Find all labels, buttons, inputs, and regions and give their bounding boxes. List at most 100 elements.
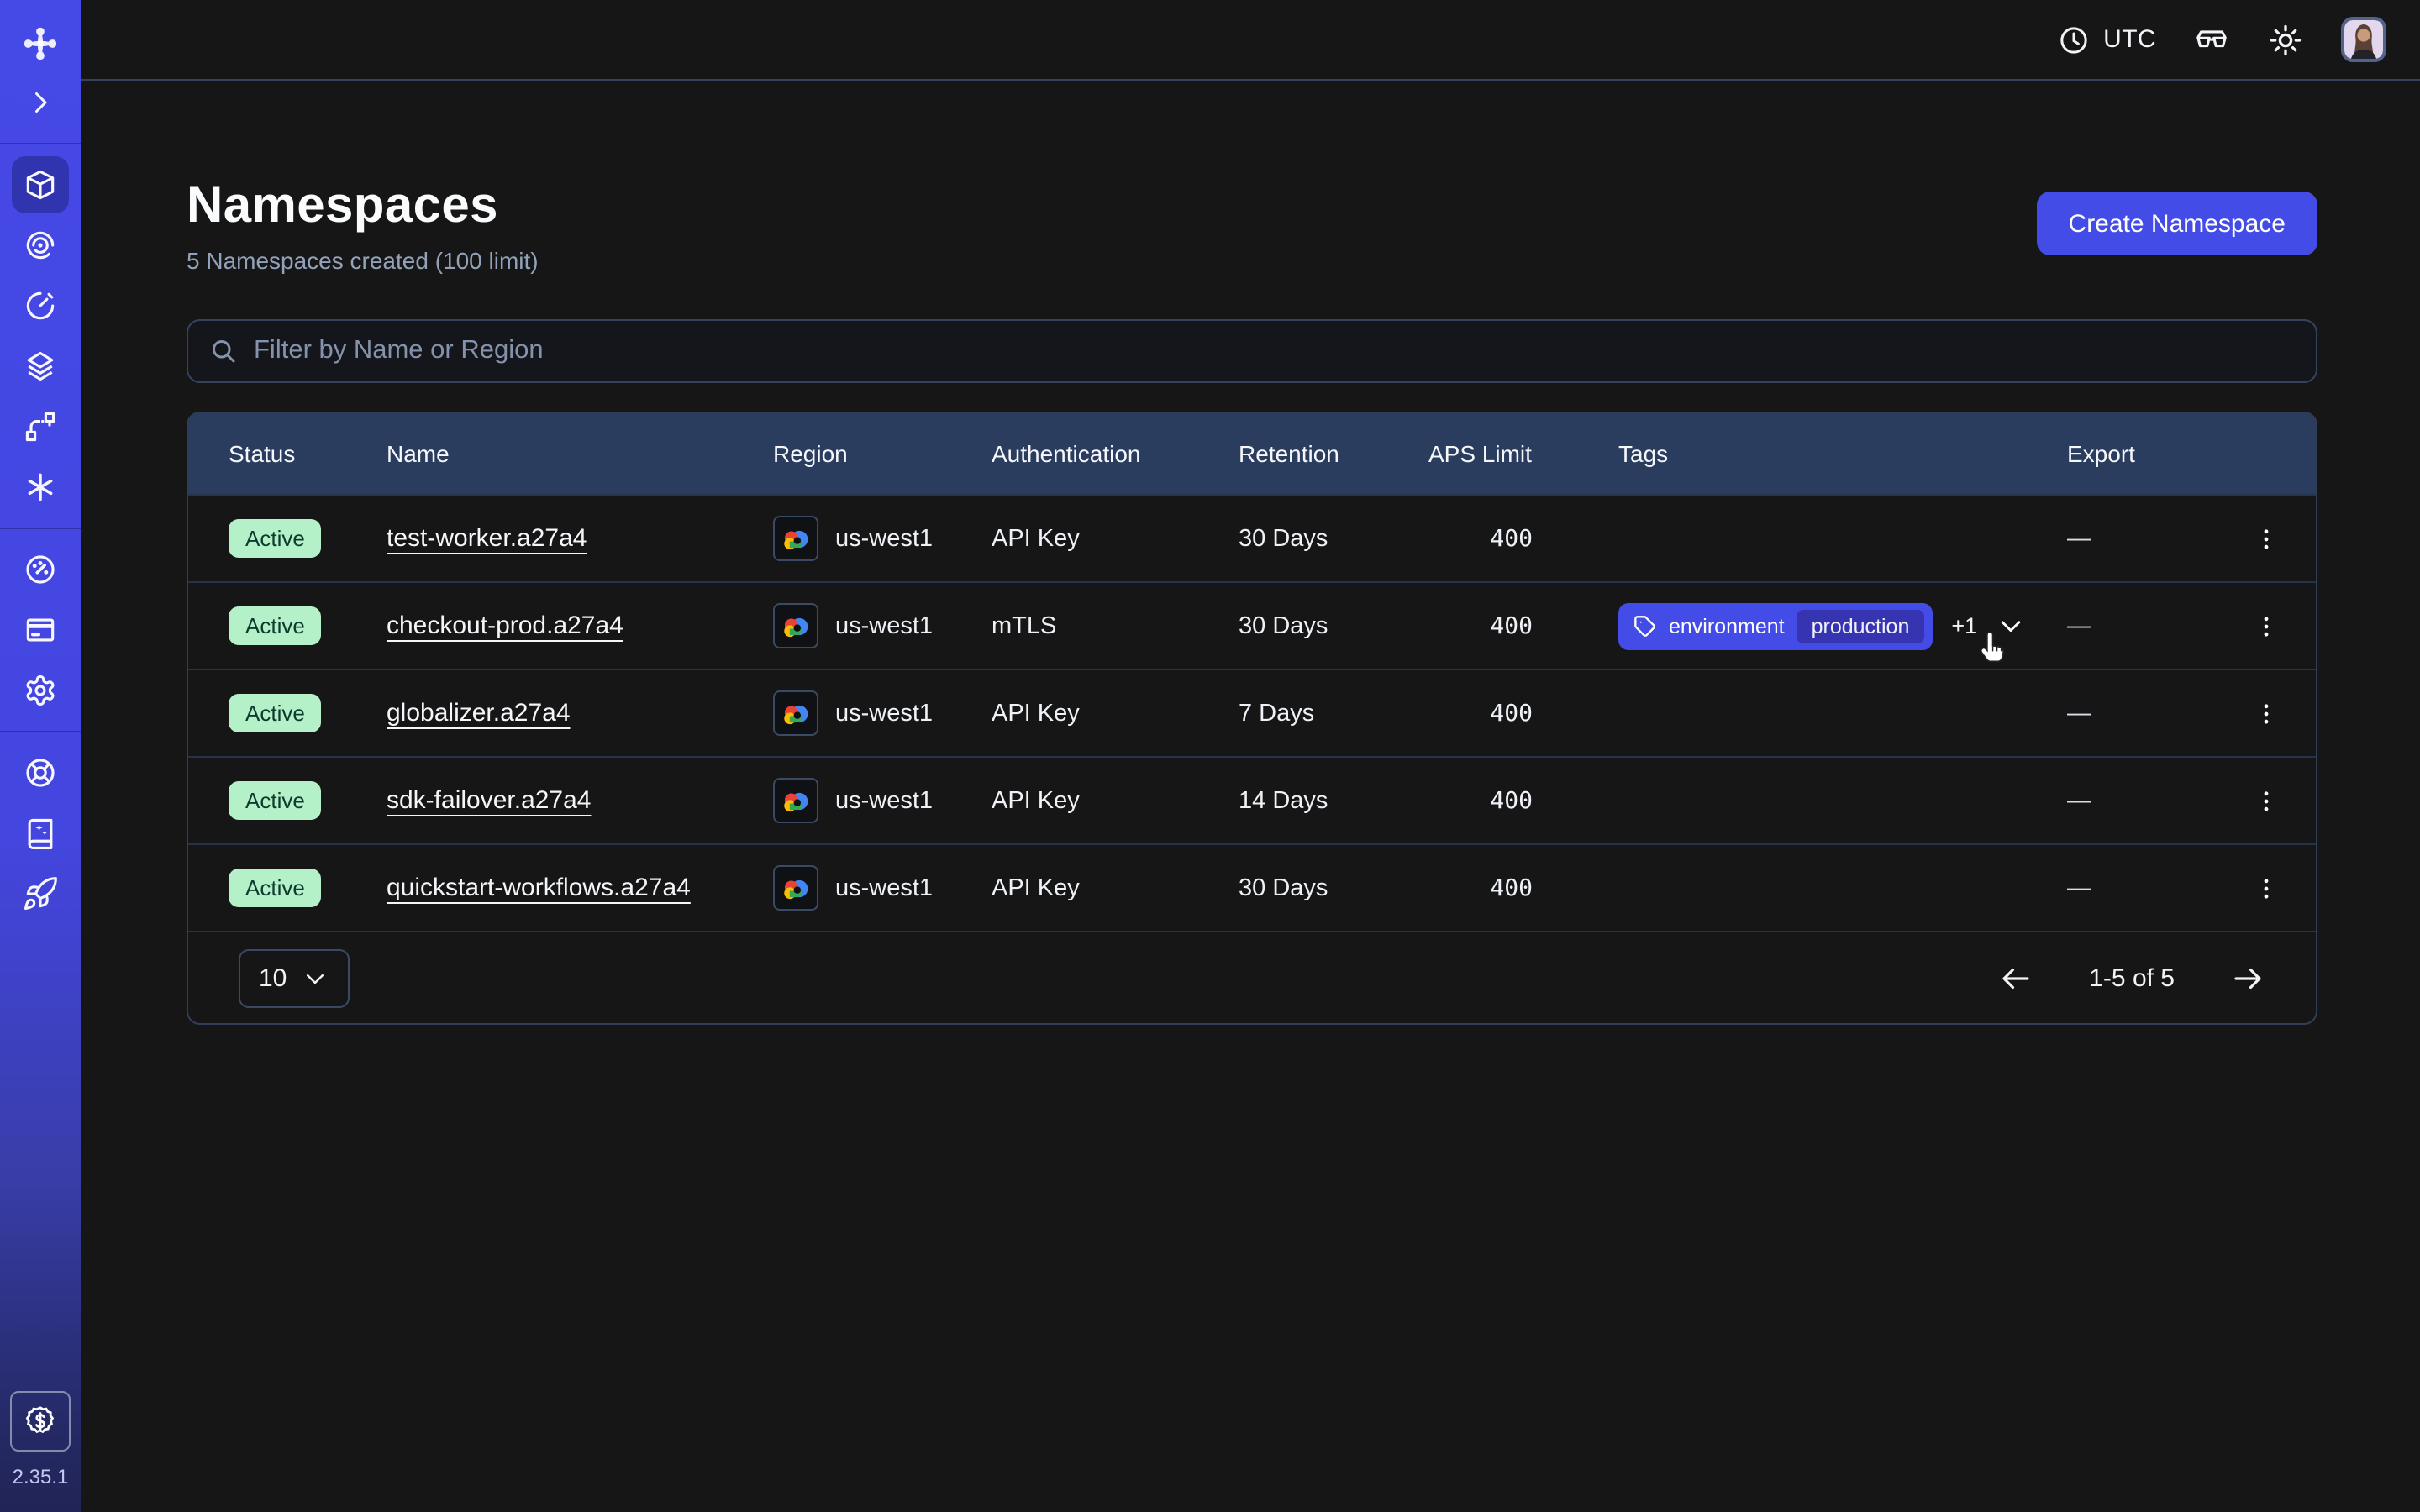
expand-tags-button[interactable] [1996, 612, 2024, 640]
export-value: — [2067, 700, 2238, 727]
sidebar-divider [0, 731, 81, 732]
col-region: Region [773, 440, 992, 467]
sun-icon [2267, 21, 2304, 58]
sidebar-item-schedules[interactable] [0, 276, 81, 336]
status-badge: Active [229, 869, 322, 907]
export-value: — [2067, 787, 2238, 814]
namespace-link[interactable]: sdk-failover.a27a4 [387, 786, 592, 815]
col-tags: Tags [1618, 440, 2067, 467]
namespace-link[interactable]: quickstart-workflows.a27a4 [387, 874, 691, 902]
table-row: Active sdk-failover.a27a4 us-west1 API K… [188, 756, 2316, 843]
sidebar-divider [0, 528, 81, 529]
filter-input[interactable] [254, 336, 2296, 366]
tag-icon [1634, 614, 1657, 638]
auth-method: API Key [992, 787, 1239, 814]
sidebar-item-usage[interactable] [0, 539, 81, 600]
feedback-button[interactable] [2193, 21, 2230, 58]
timezone-button[interactable]: UTC [2056, 23, 2156, 56]
card-icon [22, 612, 59, 648]
timer-icon [22, 287, 59, 324]
gcp-cloud-icon [773, 865, 818, 911]
user-menu-button[interactable] [2341, 17, 2386, 62]
app-version: 2.35.1 [13, 1465, 69, 1488]
row-menu-button[interactable] [2242, 685, 2291, 742]
sidebar-item-nexus[interactable] [0, 396, 81, 457]
region-label: us-west1 [835, 525, 933, 552]
namespace-link[interactable]: globalizer.a27a4 [387, 699, 571, 727]
sidebar-item-getting-started[interactable] [0, 864, 81, 924]
aps-limit-value: 400 [1428, 787, 1618, 814]
status-badge: Active [229, 781, 322, 820]
sidebar-expand-button[interactable] [0, 72, 81, 133]
retention-value: 30 Days [1239, 525, 1428, 552]
gcp-cloud-icon [773, 603, 818, 648]
aps-limit-value: 400 [1428, 612, 1618, 639]
sidebar-item-namespaces[interactable] [12, 156, 69, 213]
auth-method: API Key [992, 700, 1239, 727]
row-menu-button[interactable] [2242, 597, 2291, 654]
book-sparkles-icon [22, 815, 59, 852]
table-row: Active quickstart-workflows.a27a4 us-wes… [188, 843, 2316, 931]
glasses-icon [2193, 21, 2230, 58]
sidebar-item-billing[interactable] [0, 600, 81, 660]
row-menu-button[interactable] [2242, 859, 2291, 916]
retention-value: 14 Days [1239, 787, 1428, 814]
table-row: Active test-worker.a27a4 us-west1 API Ke… [188, 494, 2316, 581]
export-value: — [2067, 525, 2238, 552]
auth-method: mTLS [992, 612, 1239, 639]
sidebar-item-support[interactable] [0, 743, 81, 803]
sidebar-item-deployments[interactable] [0, 336, 81, 396]
table-footer: 10 1-5 of 5 [188, 931, 2316, 1023]
branch-icon [22, 408, 59, 445]
table-row: Active checkout-prod.a27a4 us-west1 mTLS… [188, 581, 2316, 669]
cube-icon [22, 166, 59, 203]
tag-value: production [1797, 609, 1925, 643]
arrow-left-icon [1998, 960, 2033, 995]
row-menu-button[interactable] [2242, 510, 2291, 567]
namespaces-table: Status Name Region Authentication Retent… [187, 412, 2317, 1025]
swirl-icon [22, 227, 59, 264]
create-namespace-button[interactable]: Create Namespace [2037, 192, 2317, 255]
clock-icon [2056, 23, 2090, 56]
asterisk-icon [22, 469, 59, 506]
tag-pill[interactable]: environment production [1618, 602, 1933, 649]
dollar-seal-icon [22, 1403, 59, 1440]
layers-icon [22, 348, 59, 385]
page-title: Namespaces [187, 178, 539, 235]
status-badge: Active [229, 606, 322, 645]
sidebar-item-docs[interactable] [0, 803, 81, 864]
aps-limit-value: 400 [1428, 525, 1618, 552]
sidebar-item-settings[interactable] [0, 660, 81, 721]
chevron-down-icon [302, 965, 327, 990]
arrow-right-icon [2230, 960, 2265, 995]
export-value: — [2067, 612, 2238, 639]
previous-page-button[interactable] [1998, 960, 2033, 995]
pricing-button[interactable] [10, 1391, 71, 1452]
auth-method: API Key [992, 874, 1239, 901]
region-label: us-west1 [835, 874, 933, 901]
next-page-button[interactable] [2230, 960, 2265, 995]
chevron-down-icon [1996, 612, 2024, 640]
row-menu-button[interactable] [2242, 772, 2291, 829]
sidebar-item-batch[interactable] [0, 457, 81, 517]
status-badge: Active [229, 694, 322, 732]
gauge-icon [22, 551, 59, 588]
col-name: Name [387, 440, 773, 467]
gcp-cloud-icon [773, 516, 818, 561]
timezone-label: UTC [2103, 25, 2156, 54]
sidebar: 2.35.1 [0, 0, 81, 1512]
namespace-link[interactable]: test-worker.a27a4 [387, 524, 587, 553]
col-authentication: Authentication [992, 440, 1239, 467]
status-badge: Active [229, 519, 322, 558]
namespace-count: 5 Namespaces created (100 limit) [187, 247, 539, 274]
gear-icon [22, 672, 59, 709]
col-export: Export [2067, 440, 2238, 467]
sidebar-item-monitoring[interactable] [0, 215, 81, 276]
more-tags-count: +1 [1951, 613, 1977, 638]
export-value: — [2067, 874, 2238, 901]
chevron-right-icon [25, 87, 55, 118]
namespace-link[interactable]: checkout-prod.a27a4 [387, 612, 623, 640]
page-size-select[interactable]: 10 [239, 948, 350, 1007]
app-root: 2.35.1 UTC [0, 0, 2420, 1512]
theme-toggle-button[interactable] [2267, 21, 2304, 58]
